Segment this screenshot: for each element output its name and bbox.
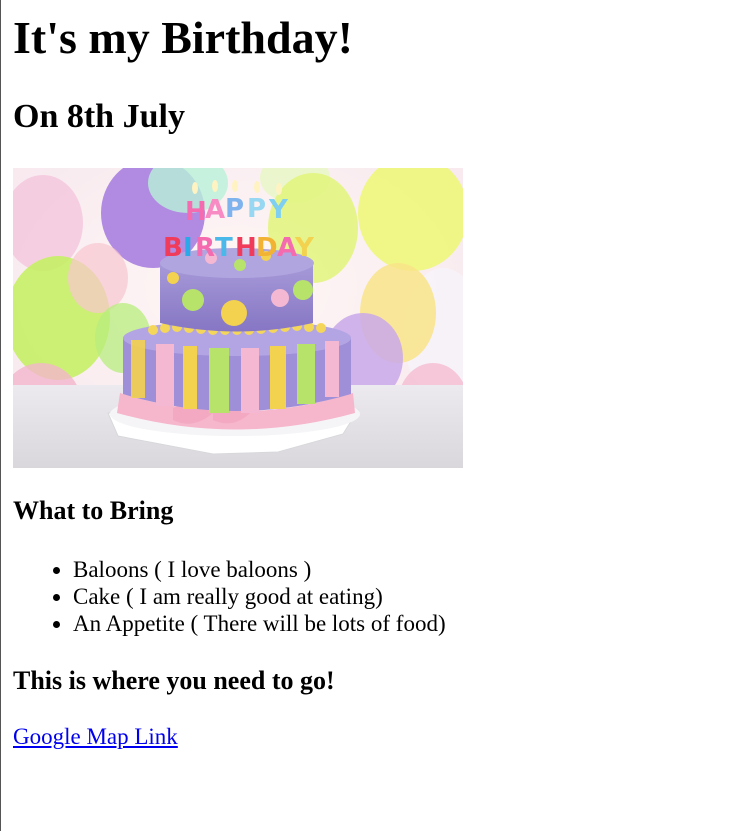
svg-text:H: H <box>235 233 257 263</box>
list-item: Cake ( I am really good at eating) <box>73 583 446 610</box>
svg-text:R: R <box>195 233 215 263</box>
svg-text:I: I <box>183 233 193 263</box>
what-to-bring-heading: What to Bring <box>13 496 174 525</box>
page-title: It's my Birthday! <box>13 12 353 63</box>
bring-list: Baloons ( I love baloons ) Cake ( I am r… <box>13 556 446 637</box>
svg-text:T: T <box>215 233 233 263</box>
birthday-cake-image: H A P P Y B I R T H D A Y <box>13 168 463 468</box>
svg-text:Y: Y <box>294 233 315 263</box>
directions-heading: This is where you need to go! <box>13 666 335 695</box>
svg-text:H: H <box>185 197 207 227</box>
list-item: Baloons ( I love baloons ) <box>73 556 446 583</box>
svg-text:D: D <box>256 233 278 263</box>
list-item: An Appetite ( There will be lots of food… <box>73 610 446 637</box>
svg-text:Y: Y <box>268 195 289 225</box>
svg-text:B: B <box>163 233 183 263</box>
svg-text:P: P <box>225 194 244 224</box>
svg-text:A: A <box>205 195 225 225</box>
date-subtitle: On 8th July <box>13 98 185 135</box>
svg-text:P: P <box>247 194 266 224</box>
page-left-border <box>0 0 1 831</box>
google-map-link[interactable]: Google Map Link <box>13 724 178 750</box>
